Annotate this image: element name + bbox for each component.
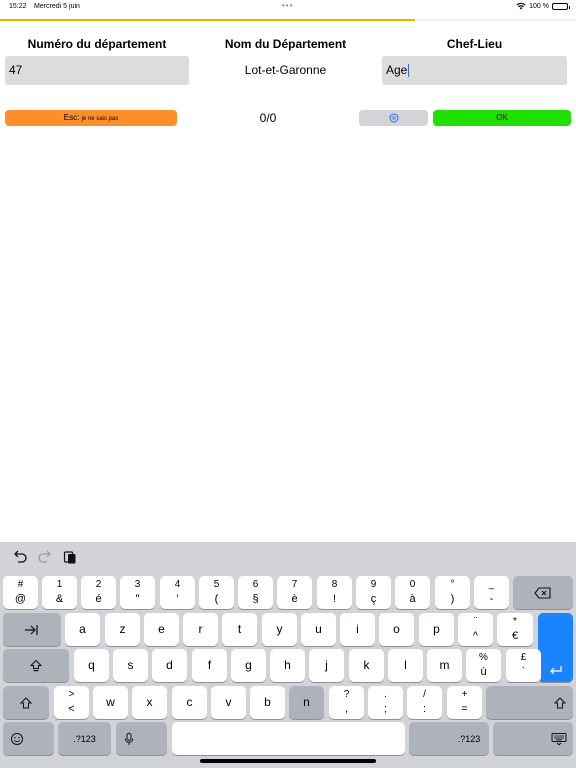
nom-departement-value: Lot-et-Garonne — [244, 63, 327, 77]
key-4[interactable]: 4 ' — [160, 576, 195, 609]
key-g[interactable]: g — [231, 649, 266, 682]
chef-lieu-input[interactable]: Age — [382, 56, 567, 85]
key-circumflex[interactable]: ¨ ^ — [458, 613, 493, 646]
status-bar: 15:22 Mercredi 5 juin ••• 100 % — [0, 0, 576, 14]
key-0[interactable]: 0à — [395, 576, 430, 609]
shift-left-key[interactable] — [3, 686, 49, 719]
key-l[interactable]: l — [388, 649, 423, 682]
key-degree[interactable]: °) — [435, 576, 470, 609]
emoji-icon — [11, 732, 24, 745]
numbers-key-left[interactable]: .?123 — [58, 722, 111, 755]
key-p[interactable]: p — [419, 613, 454, 646]
dictation-key[interactable] — [116, 722, 167, 755]
pause-button[interactable] — [359, 110, 428, 126]
numero-field[interactable]: 47 — [5, 56, 189, 85]
key-c[interactable]: c — [172, 686, 207, 719]
tab-key[interactable] — [3, 613, 61, 646]
progress-bar — [0, 19, 576, 21]
microphone-icon — [124, 732, 134, 745]
progress-fill — [0, 19, 415, 21]
key-3[interactable]: 3 " — [120, 576, 155, 609]
key-8[interactable]: 8! — [317, 576, 352, 609]
key-b[interactable]: b — [250, 686, 285, 719]
shift-right-key[interactable] — [486, 686, 573, 719]
key-w[interactable]: w — [93, 686, 128, 719]
key-pound[interactable]: £ ` — [506, 649, 541, 682]
backspace-icon — [534, 586, 551, 599]
key-z[interactable]: z — [105, 613, 140, 646]
esc-dont-know-button[interactable]: Esc: je ne sais pas — [5, 110, 177, 126]
shift-icon — [20, 696, 32, 708]
battery-icon — [552, 2, 570, 10]
numbers-key-right[interactable]: .?123 — [409, 722, 489, 755]
delete-key[interactable] — [513, 576, 573, 609]
status-right: 100 % — [516, 2, 570, 10]
hide-keyboard-key[interactable] — [493, 722, 573, 755]
emoji-key[interactable] — [3, 722, 54, 755]
pause-circle-icon — [389, 113, 398, 123]
key-i[interactable]: i — [340, 613, 375, 646]
key-f[interactable]: f — [192, 649, 227, 682]
caps-lock-icon — [30, 659, 42, 671]
status-time: 15:22 — [9, 3, 27, 10]
return-key[interactable] — [538, 613, 573, 682]
caps-lock-key[interactable] — [3, 649, 69, 682]
paste-icon[interactable] — [63, 550, 77, 564]
key-7[interactable]: 7è — [277, 576, 312, 609]
key-plus[interactable]: + = — [447, 686, 482, 719]
shift-icon — [553, 696, 566, 708]
key-r[interactable]: r — [183, 613, 218, 646]
numero-value: 47 — [9, 63, 23, 77]
key-k[interactable]: k — [349, 649, 384, 682]
tab-arrow-icon — [25, 624, 38, 635]
chef-lieu-header: Chef-Lieu — [446, 37, 503, 51]
key-9[interactable]: 9ç — [356, 576, 391, 609]
return-icon — [549, 665, 562, 675]
redo-icon[interactable] — [37, 550, 53, 564]
key-v[interactable]: v — [211, 686, 246, 719]
ok-button[interactable]: OK — [433, 110, 571, 126]
key-n[interactable]: n — [289, 686, 324, 719]
key-6[interactable]: 6 § — [238, 576, 273, 609]
multitasking-dots[interactable]: ••• — [282, 1, 293, 10]
key-asterisk[interactable]: * € — [497, 613, 533, 646]
key-2[interactable]: 2é — [81, 576, 116, 609]
text-cursor — [408, 64, 410, 78]
key-question[interactable]: ?, — [329, 686, 364, 719]
key-h[interactable]: h — [270, 649, 305, 682]
score-counter: 0/0 — [259, 111, 277, 125]
space-bar[interactable] — [172, 722, 405, 755]
numero-header: Numéro du département — [27, 37, 167, 51]
key-j[interactable]: j — [309, 649, 344, 682]
key-t[interactable]: t — [222, 613, 257, 646]
battery-label: 100 % — [529, 2, 549, 10]
key-q[interactable]: q — [74, 649, 109, 682]
key-underscore[interactable]: _ - — [474, 576, 509, 609]
key-x[interactable]: x — [132, 686, 167, 719]
nom-header: Nom du Département — [224, 37, 347, 51]
chef-lieu-value: Age — [386, 63, 408, 77]
esc-text-label: je ne sais pas — [81, 116, 119, 122]
key-u[interactable]: u — [301, 613, 336, 646]
key-1[interactable]: 1 & — [42, 576, 77, 609]
key-o[interactable]: o — [379, 613, 414, 646]
key-m[interactable]: m — [427, 649, 462, 682]
wifi-icon — [516, 3, 526, 10]
key-a[interactable]: a — [65, 613, 100, 646]
esc-key-label: Esc: — [63, 113, 80, 122]
status-date: Mercredi 5 juin — [34, 3, 80, 10]
key-5[interactable]: 5( — [199, 576, 234, 609]
key-s[interactable]: s — [113, 649, 148, 682]
key-hash[interactable]: # @ — [3, 576, 38, 609]
key-y[interactable]: y — [262, 613, 297, 646]
key-slash[interactable]: /: — [407, 686, 442, 719]
key-d[interactable]: d — [152, 649, 187, 682]
home-indicator[interactable] — [200, 759, 376, 763]
undo-icon[interactable] — [12, 550, 28, 564]
keyboard-dismiss-icon — [551, 732, 567, 745]
key-period[interactable]: .; — [368, 686, 403, 719]
key-e[interactable]: e — [144, 613, 179, 646]
key-percent[interactable]: % ù — [466, 649, 501, 682]
key-greater-than[interactable]: > < — [54, 686, 89, 719]
